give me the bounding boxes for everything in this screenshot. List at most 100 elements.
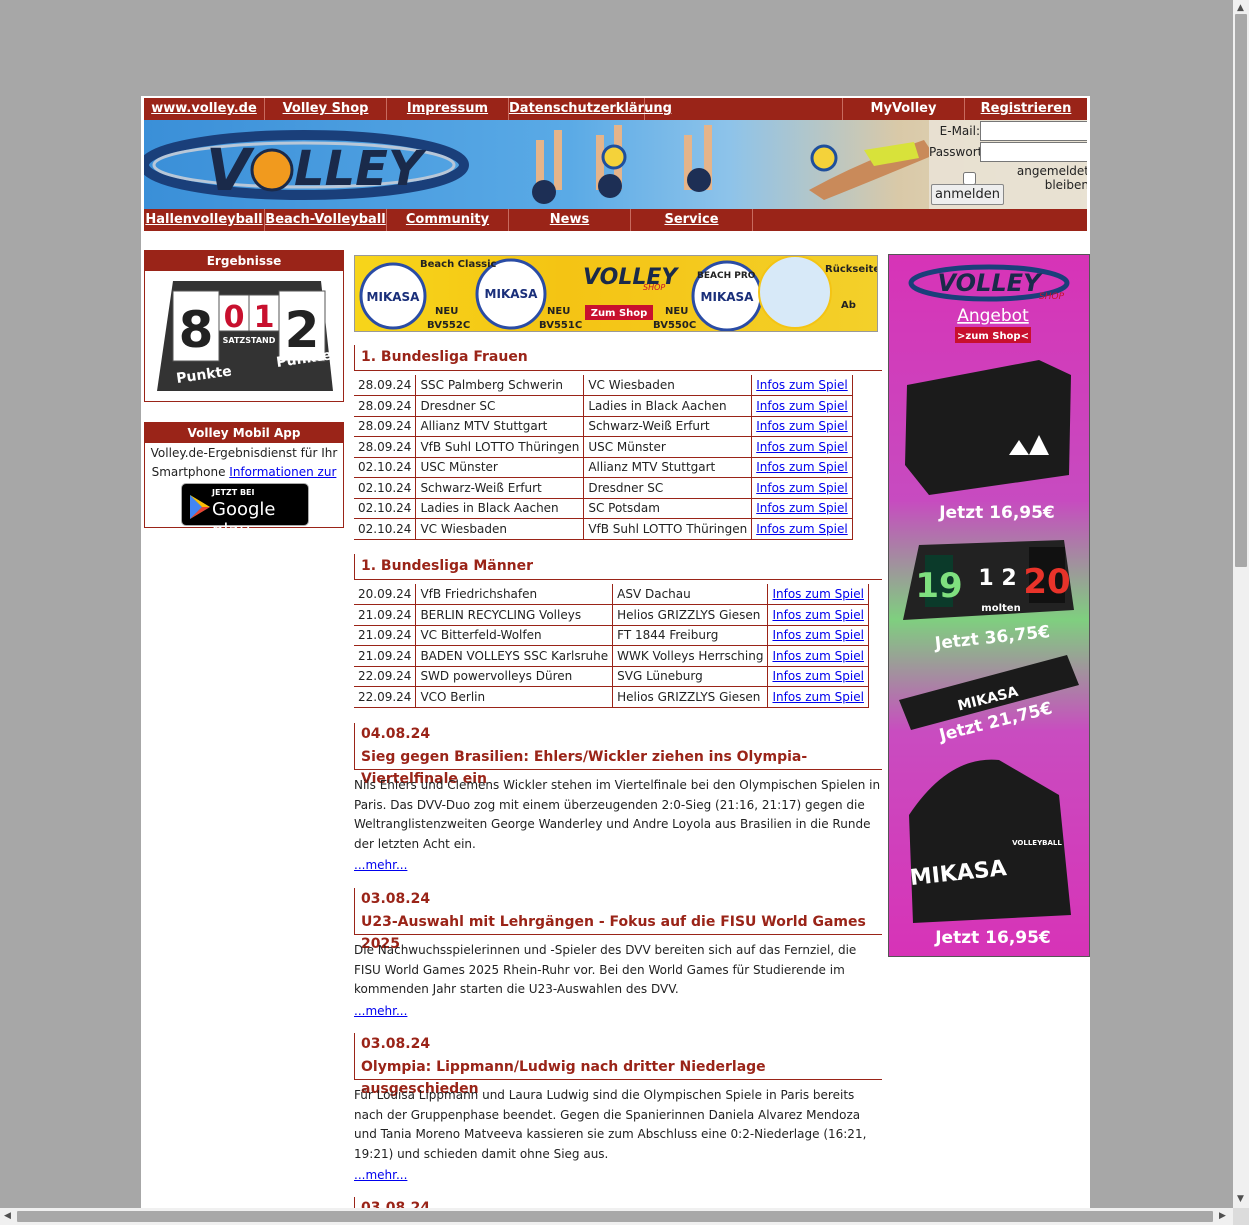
game-date: 02.10.24 — [354, 498, 417, 519]
game-info-cell: Infos zum Spiel — [751, 457, 853, 478]
nav-registrieren[interactable]: Registrieren — [965, 98, 1087, 120]
svg-text:BEACH PRO: BEACH PRO — [697, 271, 756, 281]
nav-impressum[interactable]: Impressum — [387, 98, 509, 120]
scroll-up-icon[interactable]: ▲ — [1237, 2, 1244, 14]
price-1: Jetzt 16,95€ — [938, 503, 1055, 523]
news-body: Die Nachwuchsspielerinnen und -Spieler d… — [354, 943, 857, 997]
login-button[interactable]: anmelden — [931, 184, 1004, 205]
game-date: 21.09.24 — [354, 625, 417, 646]
nav-news[interactable]: News — [509, 209, 631, 231]
table-row: 02.10.24 VC Wiesbaden VfB Suhl LOTTO Thüri… — [354, 518, 853, 540]
scroll-right-icon[interactable]: ▶ — [1219, 1210, 1226, 1222]
news-title[interactable]: U23-Auswahl mit Lehrgängen - Fokus auf d… — [361, 911, 882, 952]
page: www.volley.de Volley Shop Impressum Date… — [141, 96, 1090, 1208]
badge-big-text: Google play — [212, 499, 276, 541]
vertical-scroll-thumb[interactable] — [1235, 14, 1247, 567]
remember-checkbox[interactable] — [963, 171, 976, 185]
shop-offer-ad[interactable]: VOLLEY SHOP Angebot >zum Shop< Jetzt 16,… — [888, 254, 1090, 957]
nav-datenschutz[interactable]: Datenschutzerklärung — [509, 98, 672, 120]
home-team: VfB Suhl LOTTO Thüringen — [415, 436, 585, 458]
ad-beach-classic: Beach Classic — [420, 259, 497, 270]
game-info-link[interactable]: Infos zum Spiel — [772, 608, 863, 622]
away-team: Helios GRIZZLYS Giesen — [612, 604, 769, 626]
email-field[interactable] — [980, 121, 1087, 141]
game-info-link[interactable]: Infos zum Spiel — [756, 419, 847, 433]
mobile-app-box: Volley Mobil App Volley.de-Ergebnisdiens… — [144, 422, 344, 541]
scroll-left-icon[interactable]: ◀ — [4, 1210, 11, 1222]
login-box: E-Mail: Passwort: angemeldet bleiben anm… — [929, 120, 1087, 209]
top-nav: www.volley.de Volley Shop Impressum Date… — [144, 98, 1087, 120]
game-info-link[interactable]: Infos zum Spiel — [772, 690, 863, 704]
shop-ad-graphic: Beach Classic MIKASA NEU BV552C MIKASA N… — [359, 256, 878, 331]
game-date: 28.09.24 — [354, 395, 417, 417]
game-info-link[interactable]: Infos zum Spiel — [756, 378, 847, 392]
news-date: 04.08.24 — [361, 726, 431, 742]
scrollbar-corner — [1233, 1208, 1249, 1225]
scroll-down-icon[interactable]: ▼ — [1237, 1193, 1244, 1205]
game-info-cell: Infos zum Spiel — [767, 686, 869, 708]
game-info-link[interactable]: Infos zum Spiel — [756, 501, 847, 515]
table-row: 21.09.24 BADEN VOLLEYS SSC Karlsruhe WWK V… — [354, 645, 869, 667]
game-info-cell: Infos zum Spiel — [751, 416, 853, 437]
home-team: Ladies in Black Aachen — [415, 498, 585, 519]
nav-beach-volleyball[interactable]: Beach-Volleyball — [265, 209, 387, 231]
score-digit-set-left: 0 — [224, 300, 245, 335]
game-info-link[interactable]: Infos zum Spiel — [772, 669, 863, 683]
news-more-link[interactable]: ...mehr... — [354, 1004, 407, 1018]
svg-text:LLEY: LLEY — [294, 141, 427, 197]
away-team: Dresdner SC — [583, 477, 753, 499]
price-4: Jetzt 16,95€ — [934, 928, 1051, 948]
nav-community[interactable]: Community — [387, 209, 509, 231]
svg-text:NEU: NEU — [665, 306, 688, 317]
home-team: VC Wiesbaden — [415, 518, 585, 540]
svg-text:NEU: NEU — [547, 306, 570, 317]
away-team: FT 1844 Freiburg — [612, 625, 769, 646]
svg-text:Ab: Ab — [841, 300, 856, 311]
game-date: 21.09.24 — [354, 645, 417, 667]
game-info-link[interactable]: Infos zum Spiel — [756, 522, 847, 536]
games-table-frauen: 28.09.24 SSC Palmberg Schwerin VC Wiesbade… — [354, 375, 853, 540]
banner-logo-text: V — [206, 136, 255, 204]
score-left: 19 — [915, 566, 962, 606]
right-ad-angebot: Angebot — [957, 306, 1029, 326]
game-info-cell: Infos zum Spiel — [751, 477, 853, 499]
nav-www-volley[interactable]: www.volley.de — [144, 98, 265, 120]
nav-hallenvolleyball[interactable]: Hallenvolleyball — [144, 209, 265, 231]
game-info-link[interactable]: Infos zum Spiel — [756, 399, 847, 413]
shop-offer-graphic: VOLLEY SHOP Angebot >zum Shop< Jetzt 16,… — [899, 264, 1079, 948]
horizontal-scroll-thumb[interactable] — [17, 1211, 1213, 1222]
game-info-link[interactable]: Infos zum Spiel — [772, 587, 863, 601]
game-info-cell: Infos zum Spiel — [751, 518, 853, 540]
games-table-maenner: 20.09.24 VfB Friedrichshafen ASV Dachau Inf… — [354, 584, 869, 708]
google-play-badge[interactable]: JETZT BEI Google play — [181, 483, 309, 541]
results-box[interactable]: Ergebnisse 8 0 1 2 SATZSTAND Punkte Punk… — [144, 250, 344, 402]
nav-volley-shop[interactable]: Volley Shop — [265, 98, 387, 120]
news-more-link[interactable]: ...mehr... — [354, 858, 407, 872]
vertical-scrollbar[interactable]: ▲ ▼ — [1233, 0, 1249, 1208]
news-more-link[interactable]: ...mehr... — [354, 1168, 407, 1182]
away-team: SC Potsdam — [583, 498, 753, 519]
game-info-link[interactable]: Infos zum Spiel — [772, 628, 863, 642]
table-row: 02.10.24 USC Münster Allianz MTV Stuttgart… — [354, 457, 853, 478]
nav-service[interactable]: Service — [631, 209, 753, 231]
game-date: 02.10.24 — [354, 518, 417, 540]
game-info-cell: Infos zum Spiel — [751, 375, 853, 396]
game-info-link[interactable]: Infos zum Spiel — [756, 481, 847, 495]
news-title[interactable]: Sieg gegen Brasilien: Ehlers/Wickler zie… — [361, 746, 882, 787]
shop-ad-banner[interactable]: Beach Classic MIKASA NEU BV552C MIKASA N… — [354, 255, 878, 332]
away-team: VC Wiesbaden — [583, 375, 753, 396]
game-info-link[interactable]: Infos zum Spiel — [756, 460, 847, 474]
horizontal-scrollbar[interactable]: ◀ ▶ — [0, 1208, 1233, 1225]
password-field[interactable] — [980, 142, 1087, 162]
news-title[interactable]: Olympia: Lippmann/Ludwig nach dritter Ni… — [361, 1056, 882, 1097]
game-date: 28.09.24 — [354, 416, 417, 437]
section-title-maenner: 1. Bundesliga Männer — [354, 554, 882, 580]
badge-small-text: JETZT BEI — [212, 488, 255, 497]
scoreboard-icon: 8 0 1 2 SATZSTAND Punkte Punkte — [157, 281, 333, 391]
game-info-link[interactable]: Infos zum Spiel — [756, 440, 847, 454]
away-team: Allianz MTV Stuttgart — [583, 457, 753, 478]
svg-text:Rückseite: Rückseite — [825, 264, 878, 275]
game-info-cell: Infos zum Spiel — [767, 584, 869, 605]
game-info-cell: Infos zum Spiel — [767, 604, 869, 626]
game-info-link[interactable]: Infos zum Spiel — [772, 649, 863, 663]
